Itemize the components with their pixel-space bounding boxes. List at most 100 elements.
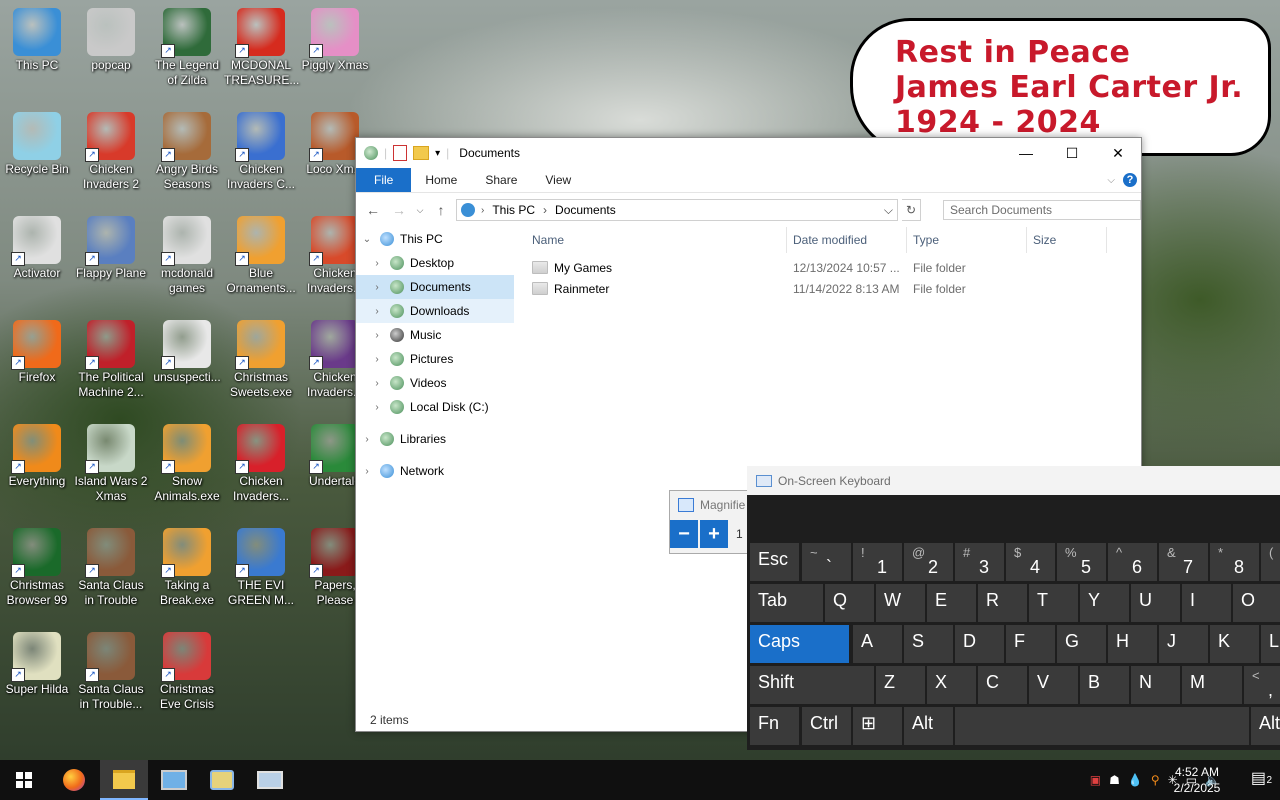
minimize-button[interactable]: — xyxy=(1003,138,1049,168)
maximize-button[interactable]: ☐ xyxy=(1049,138,1095,168)
key[interactable]: O xyxy=(1233,584,1280,622)
key[interactable]: N xyxy=(1131,666,1180,704)
up-button[interactable]: ↑ xyxy=(430,202,452,218)
desktop-icon[interactable]: ↗ Santa Claus in Trouble... xyxy=(74,626,148,722)
desktop-icon[interactable]: ↗ The Legend of Zilda xyxy=(150,2,224,98)
address-bar[interactable]: › This PC › Documents ⌵ xyxy=(456,199,898,221)
column-date-modified[interactable]: Date modified xyxy=(787,227,907,253)
key[interactable]: Esc xyxy=(750,543,799,581)
key[interactable]: C xyxy=(978,666,1027,704)
expand-ribbon-icon[interactable]: ⌵ xyxy=(1107,175,1115,186)
key[interactable]: M xyxy=(1182,666,1242,704)
key[interactable]: ~ ` xyxy=(802,543,851,581)
key[interactable]: $4 xyxy=(1006,543,1055,581)
tab-share[interactable]: Share xyxy=(471,168,531,192)
desktop-icon[interactable]: ↗ Island Wars 2 Xmas xyxy=(74,418,148,514)
column-type[interactable]: Type xyxy=(907,227,1027,253)
address-chevron-icon[interactable]: › xyxy=(543,203,547,217)
taskbar-remote-desktop[interactable] xyxy=(150,760,198,800)
key[interactable]: ⊞ xyxy=(853,707,902,745)
taskbar-on-screen-keyboard[interactable] xyxy=(246,760,294,800)
title-bar[interactable]: | ▾ | Documents — ☐ ✕ xyxy=(356,138,1141,168)
key[interactable]: V xyxy=(1029,666,1078,704)
desktop-icon[interactable]: popcap xyxy=(74,2,148,98)
desktop-icon[interactable]: ↗ MCDONAL TREASURE... xyxy=(224,2,299,98)
key[interactable]: & 7 xyxy=(1159,543,1208,581)
key[interactable]: #3 xyxy=(955,543,1004,581)
column-size[interactable]: Size xyxy=(1027,227,1107,253)
nav-item[interactable]: › Downloads xyxy=(356,299,514,323)
key[interactable]: ^ 6 xyxy=(1108,543,1157,581)
key[interactable]: G xyxy=(1057,625,1106,663)
key[interactable]: Alt xyxy=(1251,707,1280,745)
desktop-icon[interactable]: ↗ Flappy Plane xyxy=(74,210,148,306)
key[interactable]: Y xyxy=(1080,584,1129,622)
desktop-icon[interactable]: Recycle Bin xyxy=(0,106,74,202)
key[interactable]: D xyxy=(955,625,1004,663)
taskbar-magnifier[interactable] xyxy=(198,760,246,800)
nav-item[interactable]: › Pictures xyxy=(356,347,514,371)
desktop-icon[interactable]: ↗ Everything xyxy=(0,418,74,514)
key[interactable]: W xyxy=(876,584,925,622)
key[interactable]: A xyxy=(853,625,902,663)
key[interactable]: E xyxy=(927,584,976,622)
desktop-icon[interactable]: ↗ Christmas Sweets.exe xyxy=(224,314,298,410)
desktop-icon[interactable]: ↗ mcdonald games xyxy=(150,210,224,306)
desktop-icon[interactable]: ↗ Firefox xyxy=(0,314,74,410)
key[interactable]: J xyxy=(1159,625,1208,663)
file-row[interactable]: Rainmeter 11/14/2022 8:13 AM File folder xyxy=(526,278,1141,299)
tray-app-icon[interactable]: ▣ xyxy=(1090,773,1101,787)
chevron-right-icon[interactable]: › xyxy=(370,378,384,389)
address-this-pc[interactable]: This PC xyxy=(492,203,535,217)
key[interactable]: Q xyxy=(825,584,874,622)
key[interactable]: B xyxy=(1080,666,1129,704)
chevron-right-icon[interactable]: › xyxy=(370,330,384,341)
desktop-icon[interactable]: ↗ Santa Claus in Trouble xyxy=(74,522,148,618)
key[interactable]: L xyxy=(1261,625,1280,663)
nav-item[interactable]: › Local Disk (C:) xyxy=(356,395,514,419)
desktop-icon[interactable]: ↗ Christmas Browser 99 xyxy=(0,522,74,618)
key[interactable]: Z xyxy=(876,666,925,704)
key[interactable]: * 8 xyxy=(1210,543,1259,581)
address-chevron-icon[interactable]: › xyxy=(481,205,484,216)
zoom-in-button[interactable]: + xyxy=(700,520,728,548)
key[interactable]: S xyxy=(904,625,953,663)
tab-view[interactable]: View xyxy=(531,168,585,192)
nav-item[interactable]: › Music xyxy=(356,323,514,347)
file-row[interactable]: My Games 12/13/2024 10:57 ... File folder xyxy=(526,257,1141,278)
key[interactable]: I xyxy=(1182,584,1231,622)
key[interactable]: F xyxy=(1006,625,1055,663)
key[interactable]: H xyxy=(1108,625,1157,663)
nav-item[interactable]: › Documents xyxy=(356,275,514,299)
tab-home[interactable]: Home xyxy=(411,168,471,192)
key[interactable]: U xyxy=(1131,584,1180,622)
desktop-icon[interactable]: ↗ The Political Machine 2... xyxy=(74,314,148,410)
desktop-icon[interactable]: ↗ Snow Animals.exe xyxy=(150,418,224,514)
desktop-icon[interactable]: This PC xyxy=(0,2,74,98)
desktop-icon[interactable]: ↗ Blue Ornaments... xyxy=(224,210,298,306)
key[interactable]: Tab xyxy=(750,584,823,622)
new-folder-icon[interactable] xyxy=(413,146,430,160)
key[interactable]: Alt xyxy=(904,707,953,745)
key[interactable]: ! 1 xyxy=(853,543,902,581)
clock[interactable]: 4:52 AM 2/2/2025 xyxy=(1162,764,1232,796)
key[interactable]: K xyxy=(1210,625,1259,663)
nav-item[interactable]: › Libraries xyxy=(356,427,514,451)
close-button[interactable]: ✕ xyxy=(1095,138,1141,168)
desktop-icon[interactable]: ↗ Activator xyxy=(0,210,74,306)
back-button[interactable]: ← xyxy=(362,202,384,218)
help-icon[interactable]: ? xyxy=(1123,173,1137,187)
nav-item[interactable]: › Videos xyxy=(356,371,514,395)
chevron-right-icon[interactable]: › xyxy=(370,354,384,365)
desktop-icon[interactable]: ↗ Super Hilda xyxy=(0,626,74,722)
chevron-down-icon[interactable]: ⌄ xyxy=(360,234,374,245)
chevron-right-icon[interactable]: › xyxy=(360,434,374,445)
tray-drop-icon[interactable]: 💧 xyxy=(1128,773,1143,787)
tray-people-icon[interactable]: ☗ xyxy=(1109,773,1120,787)
address-documents[interactable]: Documents xyxy=(555,203,616,217)
properties-icon[interactable] xyxy=(393,145,408,161)
key[interactable]: ( xyxy=(1261,543,1280,581)
refresh-button[interactable]: ↻ xyxy=(902,199,921,221)
key[interactable]: X xyxy=(927,666,976,704)
chevron-right-icon[interactable]: › xyxy=(370,282,384,293)
